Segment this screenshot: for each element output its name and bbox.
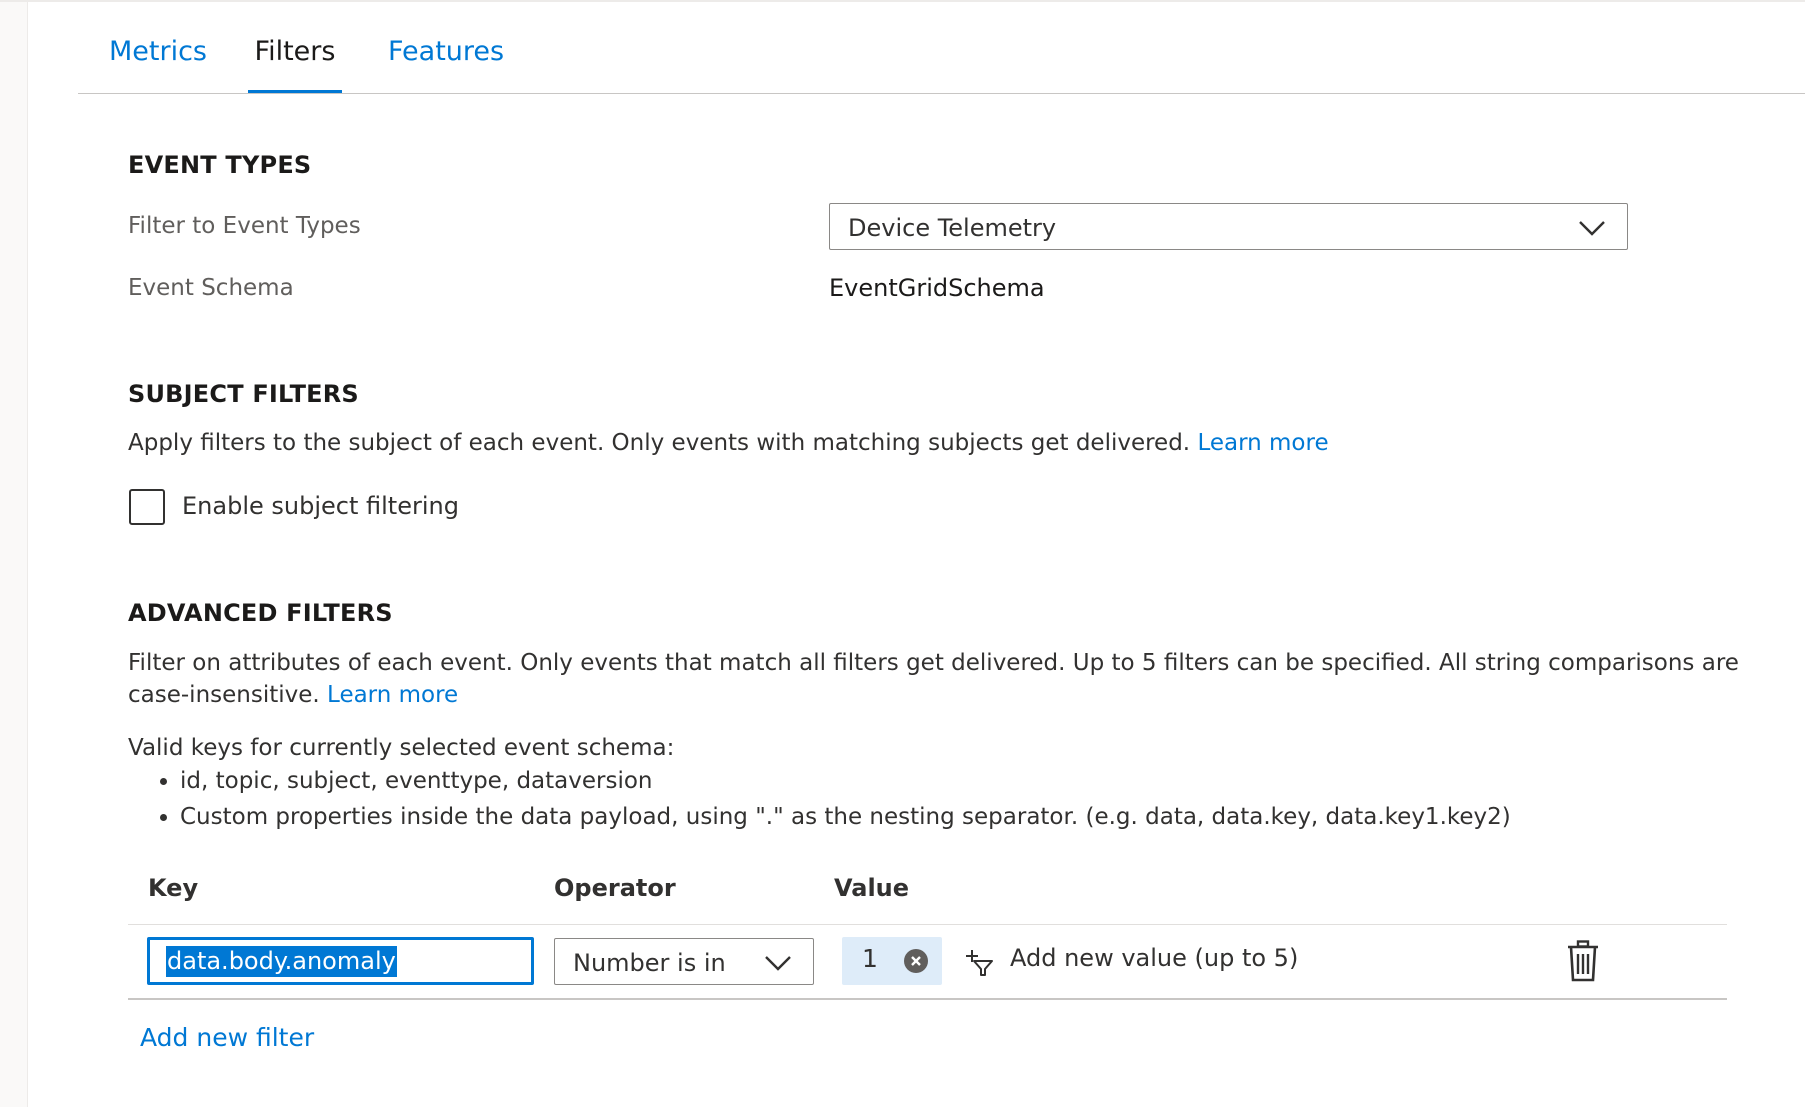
filter-event-types-label: Filter to Event Types: [128, 213, 361, 239]
valid-keys-intro: Valid keys for currently selected event …: [128, 735, 675, 761]
filter-key-input[interactable]: data.body.anomaly: [147, 937, 534, 985]
add-new-value-label: Add new value (up to 5): [1010, 944, 1299, 972]
add-filter-icon: [966, 950, 993, 976]
add-new-filter-link[interactable]: Add new filter: [140, 1022, 314, 1054]
chevron-down-icon: [1579, 221, 1605, 236]
subject-filters-description: Apply filters to the subject of each eve…: [128, 427, 1329, 459]
event-schema-value: EventGridSchema: [829, 274, 1045, 302]
left-rail: [0, 0, 28, 1107]
filter-value-chip: 1: [842, 937, 942, 985]
delete-trash-icon[interactable]: [1566, 940, 1600, 982]
enable-subject-filtering-label[interactable]: Enable subject filtering: [182, 490, 459, 522]
advanced-filters-title: ADVANCED FILTERS: [128, 599, 393, 627]
valid-keys-list: id, topic, subject, eventtype, dataversi…: [128, 763, 1511, 835]
advanced-filters-learn-more-link[interactable]: Learn more: [327, 682, 458, 708]
filter-operator-value: Number is in: [573, 949, 726, 977]
valid-key-item: Custom properties inside the data payloa…: [180, 799, 1511, 835]
advanced-filters-description-line2: case-insensitive. Learn more: [128, 679, 458, 711]
enable-subject-filtering-checkbox[interactable]: [129, 489, 165, 525]
tab-features[interactable]: Features: [388, 32, 504, 93]
tab-bar: Metrics Filters Features: [78, 0, 1805, 94]
subject-filters-title: SUBJECT FILTERS: [128, 380, 359, 408]
subject-filters-description-text: Apply filters to the subject of each eve…: [128, 430, 1191, 456]
tab-metrics[interactable]: Metrics: [108, 32, 208, 93]
column-header-operator: Operator: [554, 874, 676, 902]
event-schema-label: Event Schema: [128, 275, 294, 301]
tab-filters[interactable]: Filters: [248, 32, 342, 93]
column-header-value: Value: [834, 874, 910, 902]
table-row-divider: [128, 924, 1727, 925]
table-row-bottom-divider: [128, 998, 1727, 1000]
event-types-dropdown[interactable]: Device Telemetry: [829, 203, 1628, 250]
filter-key-input-value: data.body.anomaly: [166, 946, 397, 977]
advanced-filters-description-text: case-insensitive.: [128, 682, 320, 708]
filter-value-text: 1: [862, 944, 878, 973]
filter-operator-dropdown[interactable]: Number is in: [554, 938, 814, 985]
chevron-down-icon: [765, 956, 791, 971]
subject-filters-learn-more-link[interactable]: Learn more: [1197, 430, 1328, 456]
column-header-key: Key: [148, 874, 199, 902]
event-types-title: EVENT TYPES: [128, 151, 312, 179]
close-icon: [911, 956, 921, 966]
advanced-filters-description-line1: Filter on attributes of each event. Only…: [128, 650, 1739, 676]
valid-key-item: id, topic, subject, eventtype, dataversi…: [180, 763, 1511, 799]
remove-value-icon[interactable]: [904, 949, 928, 973]
event-types-dropdown-value: Device Telemetry: [848, 214, 1057, 242]
